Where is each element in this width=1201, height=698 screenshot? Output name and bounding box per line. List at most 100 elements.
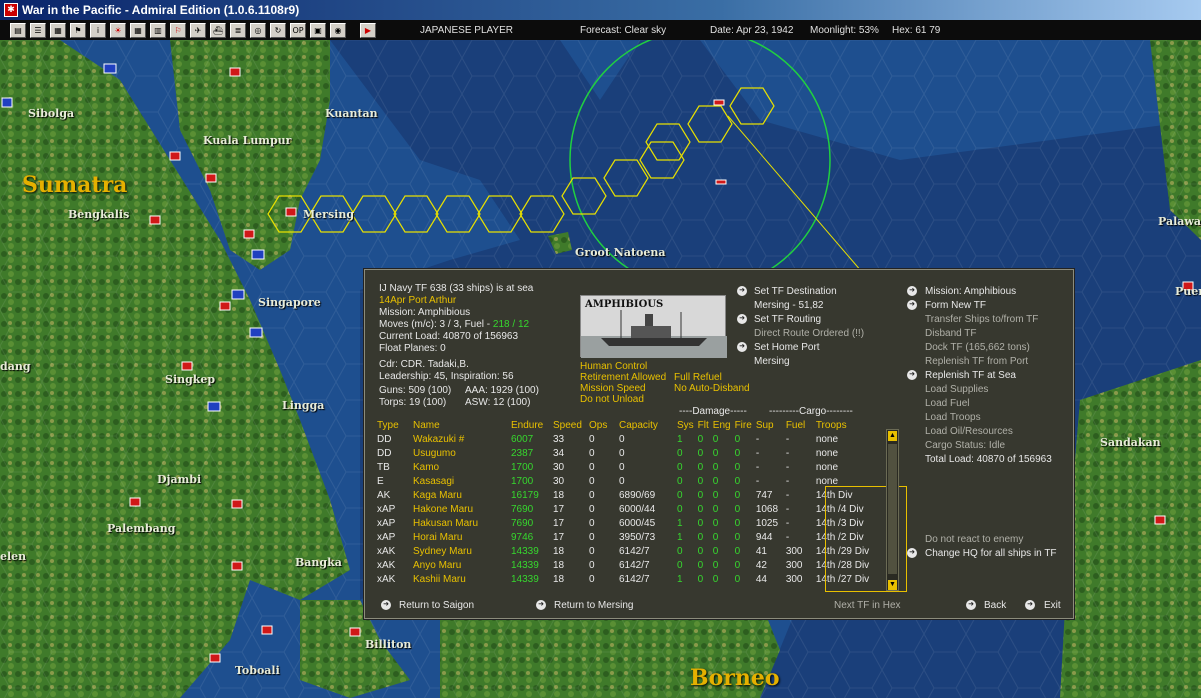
ship-cell: AK: [377, 489, 391, 501]
arrow-icon[interactable]: ➜: [381, 600, 391, 610]
scroll-thumb[interactable]: [888, 444, 897, 574]
ship-cell[interactable]: Hakusan Maru: [413, 516, 511, 530]
ship-row[interactable]: xAK Sydney Maru 14339 18 0 6142/7 0 0 0 0 41 300 14t…: [377, 544, 878, 558]
list-icon[interactable]: ☰: [30, 22, 46, 38]
ship-cell[interactable]: Kasasagi: [413, 474, 511, 488]
plane-icon[interactable]: ✈: [190, 22, 206, 38]
ship-row[interactable]: xAP Hakusan Maru 7690 17 0 6000/45 1 0 0 0 1025-14…: [377, 516, 878, 530]
replenish-sea-button[interactable]: Replenish TF at Sea: [925, 370, 1016, 382]
load-supplies-button[interactable]: Load Supplies: [925, 384, 988, 396]
ship-icon[interactable]: ⛴: [210, 22, 226, 38]
column-header[interactable]: Sys: [677, 418, 698, 432]
ship-cell[interactable]: Sydney Maru: [413, 544, 511, 558]
routing-value: Direct Route Ordered (!!): [754, 328, 865, 339]
ship-cell[interactable]: Usugumo: [413, 446, 511, 460]
transfer-ships-button[interactable]: Transfer Ships to/from TF: [925, 314, 1038, 326]
arrow-icon[interactable]: ➜: [907, 548, 917, 558]
arrow-icon[interactable]: ➜: [737, 314, 747, 324]
set-routing-button[interactable]: Set TF Routing: [754, 314, 821, 326]
form-new-tf-button[interactable]: Form New TF: [925, 300, 986, 312]
arrow-icon[interactable]: ➜: [907, 300, 917, 310]
info-icon[interactable]: ⅰ: [90, 22, 106, 38]
ship-cell[interactable]: Wakazuki #: [413, 432, 511, 446]
ship-row[interactable]: xAK Anyo Maru 14339 18 0 6142/7 0 0 0 0 42 300 14th …: [377, 558, 878, 572]
replenish-port-button[interactable]: Replenish TF from Port: [925, 356, 1028, 368]
ship-cell[interactable]: Hakone Maru: [413, 502, 511, 516]
ship-cell[interactable]: Anyo Maru: [413, 558, 511, 572]
change-hq-button[interactable]: Change HQ for all ships in TF: [925, 548, 1057, 560]
arrow-icon[interactable]: ➜: [907, 286, 917, 296]
flag-red-icon[interactable]: ⚐: [170, 22, 186, 38]
ship-row[interactable]: E Kasasagi 1700 30 0 0 0 0 0 0- - none: [377, 474, 878, 488]
ship-list-scrollbar[interactable]: ▲ ▼: [886, 429, 899, 591]
globe-icon-2[interactable]: ◉: [330, 22, 346, 38]
column-header[interactable]: Endure: [511, 418, 553, 432]
column-header[interactable]: Troops: [816, 418, 878, 432]
set-home-port-button[interactable]: Set Home Port: [754, 342, 820, 354]
factory-icon[interactable]: ▣: [310, 22, 326, 38]
ship-cell: 1700: [511, 461, 534, 473]
arrow-icon[interactable]: ➜: [1025, 600, 1035, 610]
mission-button[interactable]: Mission: Amphibious: [925, 286, 1016, 298]
ship-cell: 0: [697, 559, 704, 571]
column-header[interactable]: Name: [413, 418, 511, 432]
ship-row[interactable]: xAP Horai Maru 9746 17 0 3950/73 1 0 0 0 944-14th …: [377, 530, 878, 544]
op-icon[interactable]: OP: [290, 22, 306, 38]
ship-row[interactable]: DD Wakazuki #6007 33 0 0 1 0 0 0- - none: [377, 432, 878, 446]
ship-row[interactable]: DD Usugumo 2387 34 0 0 0 0 0 0- - none: [377, 446, 878, 460]
globe-icon[interactable]: ◎: [250, 22, 266, 38]
rising-sun-icon[interactable]: ☀: [110, 22, 126, 38]
disband-tf-button[interactable]: Disband TF: [925, 328, 977, 340]
flag-unload[interactable]: Do not Unload: [580, 394, 644, 406]
cycle-icon[interactable]: ↻: [270, 22, 286, 38]
map-label: Mersing: [303, 208, 355, 221]
column-header[interactable]: Sup: [756, 418, 786, 432]
ship-row[interactable]: xAP Hakone Maru 7690 17 0 6000/44 0 0 0 0 1068-14t…: [377, 502, 878, 516]
ship-cell[interactable]: Kaga Maru: [413, 488, 511, 502]
column-header[interactable]: Flt: [698, 418, 713, 432]
ship-row[interactable]: xAK Kashii Maru 14339 18 0 6142/7 1 0 0 0 44 300 14t…: [377, 572, 878, 586]
scroll-up-icon[interactable]: ▲: [888, 431, 897, 441]
return-saigon-button[interactable]: Return to Saigon: [399, 600, 474, 612]
dock-tf-button[interactable]: Dock TF (165,662 tons): [925, 342, 1030, 354]
exit-button[interactable]: Exit: [1044, 600, 1061, 612]
ship-cell: 6000/44: [619, 503, 656, 515]
forecast-label: Forecast: Clear sky: [580, 25, 667, 36]
back-button[interactable]: Back: [984, 600, 1006, 612]
column-header[interactable]: Ops: [589, 418, 619, 432]
column-header[interactable]: Fire: [735, 418, 756, 432]
arrow-icon[interactable]: ➜: [907, 370, 917, 380]
return-mersing-button[interactable]: Return to Mersing: [554, 600, 633, 612]
ship-row[interactable]: AK Kaga Maru 16179 18 0 6890/69 0 0 0 0 747-14th D…: [377, 488, 878, 502]
chart-icon[interactable]: ▥: [150, 22, 166, 38]
ship-cell[interactable]: Kamo: [413, 460, 511, 474]
arrow-icon[interactable]: ➜: [737, 286, 747, 296]
arrow-icon[interactable]: ➜: [966, 600, 976, 610]
load-oil-button[interactable]: Load Oil/Resources: [925, 426, 1013, 438]
column-header[interactable]: Speed: [553, 418, 589, 432]
load-troops-button[interactable]: Load Troops: [925, 412, 981, 424]
column-header[interactable]: Eng: [713, 418, 735, 432]
flag-auto-disband[interactable]: No Auto-Disband: [674, 383, 750, 395]
set-destination-button[interactable]: Set TF Destination: [754, 286, 837, 298]
doc-icon[interactable]: ▦: [50, 22, 66, 38]
column-header[interactable]: Fuel: [786, 418, 816, 432]
react-setting[interactable]: Do not react to enemy: [925, 534, 1023, 546]
ship-cell[interactable]: Horai Maru: [413, 530, 511, 544]
ship-cell: 300: [785, 545, 803, 557]
arrow-icon[interactable]: ➜: [536, 600, 546, 610]
ship-cell[interactable]: Kashii Maru: [413, 572, 511, 586]
ship-row[interactable]: TB Kamo 1700 30 0 0 0 0 0 0- - none: [377, 460, 878, 474]
ship-cell: -: [785, 475, 790, 487]
flag-icon[interactable]: ⚑: [70, 22, 86, 38]
next-tf-button[interactable]: Next TF in Hex: [834, 600, 901, 612]
grid-icon[interactable]: ▦: [130, 22, 146, 38]
arrow-icon[interactable]: ➜: [737, 342, 747, 352]
red-arrow-icon[interactable]: ▶: [360, 22, 376, 38]
column-header[interactable]: Capacity: [619, 418, 677, 432]
column-header[interactable]: Type: [377, 418, 413, 432]
page-icon[interactable]: ▤: [10, 22, 26, 38]
scroll-down-icon[interactable]: ▼: [888, 580, 897, 590]
stack-icon[interactable]: ≣: [230, 22, 246, 38]
load-fuel-button[interactable]: Load Fuel: [925, 398, 969, 410]
